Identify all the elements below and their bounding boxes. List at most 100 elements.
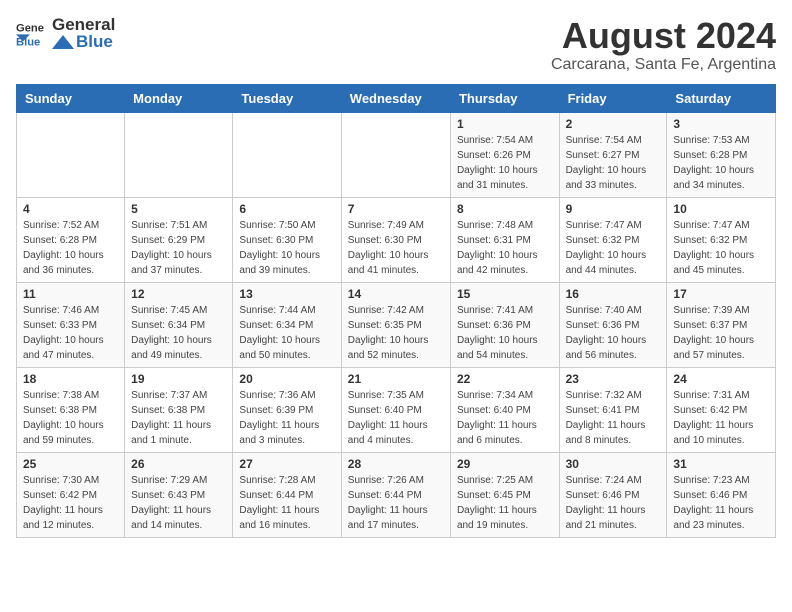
day-info: Sunrise: 7:44 AMSunset: 6:34 PMDaylight:…	[239, 303, 334, 363]
day-number: 27	[239, 457, 334, 471]
page-title: August 2024	[551, 16, 776, 56]
calendar-cell	[17, 112, 125, 197]
day-info: Sunrise: 7:47 AMSunset: 6:32 PMDaylight:…	[566, 218, 661, 278]
day-info: Sunrise: 7:47 AMSunset: 6:32 PMDaylight:…	[673, 218, 769, 278]
page-header: General Blue General Blue August 2024 Ca…	[16, 16, 776, 74]
calendar-cell: 25Sunrise: 7:30 AMSunset: 6:42 PMDayligh…	[17, 452, 125, 537]
day-number: 20	[239, 372, 334, 386]
day-number: 18	[23, 372, 118, 386]
day-number: 2	[566, 117, 661, 131]
day-info: Sunrise: 7:42 AMSunset: 6:35 PMDaylight:…	[348, 303, 444, 363]
col-thursday: Thursday	[450, 84, 559, 112]
calendar-cell: 4 Sunrise: 7:52 AMSunset: 6:28 PMDaylight…	[17, 197, 125, 282]
day-info: Sunrise: 7:25 AMSunset: 6:45 PMDaylight:…	[457, 473, 553, 533]
svg-text:General: General	[16, 23, 44, 35]
day-number: 17	[673, 287, 769, 301]
calendar-cell: 26Sunrise: 7:29 AMSunset: 6:43 PMDayligh…	[125, 452, 233, 537]
calendar-cell: 9 Sunrise: 7:47 AMSunset: 6:32 PMDaylight…	[559, 197, 667, 282]
col-wednesday: Wednesday	[341, 84, 450, 112]
day-info: Sunrise: 7:50 AMSunset: 6:30 PMDaylight:…	[239, 218, 334, 278]
day-info: Sunrise: 7:52 AMSunset: 6:28 PMDaylight:…	[23, 218, 118, 278]
day-number: 1	[457, 117, 553, 131]
day-info: Sunrise: 7:53 AMSunset: 6:28 PMDaylight:…	[673, 133, 769, 193]
calendar-cell: 7 Sunrise: 7:49 AMSunset: 6:30 PMDaylight…	[341, 197, 450, 282]
day-number: 13	[239, 287, 334, 301]
day-number: 22	[457, 372, 553, 386]
day-number: 6	[239, 202, 334, 216]
calendar-cell: 10 Sunrise: 7:47 AMSunset: 6:32 PMDayligh…	[667, 197, 776, 282]
col-tuesday: Tuesday	[233, 84, 341, 112]
calendar-cell: 16 Sunrise: 7:40 AMSunset: 6:36 PMDayligh…	[559, 282, 667, 367]
day-number: 12	[131, 287, 226, 301]
calendar-cell: 28 Sunrise: 7:26 AMSunset: 6:44 PMDayligh…	[341, 452, 450, 537]
day-number: 7	[348, 202, 444, 216]
day-number: 28	[348, 457, 444, 471]
calendar-cell: 2 Sunrise: 7:54 AMSunset: 6:27 PMDaylight…	[559, 112, 667, 197]
calendar-cell	[341, 112, 450, 197]
calendar-cell: 20 Sunrise: 7:36 AMSunset: 6:39 PMDayligh…	[233, 367, 341, 452]
day-info: Sunrise: 7:35 AMSunset: 6:40 PMDaylight:…	[348, 388, 444, 448]
day-number: 30	[566, 457, 661, 471]
calendar-cell: 18 Sunrise: 7:38 AMSunset: 6:38 PMDayligh…	[17, 367, 125, 452]
calendar-cell: 14 Sunrise: 7:42 AMSunset: 6:35 PMDayligh…	[341, 282, 450, 367]
logo-blue-text: Blue	[76, 33, 113, 50]
calendar-week-1: 1 Sunrise: 7:54 AMSunset: 6:26 PMDaylight…	[17, 112, 776, 197]
day-number: 14	[348, 287, 444, 301]
calendar-header-row: Sunday Monday Tuesday Wednesday Thursday…	[17, 84, 776, 112]
calendar-cell	[233, 112, 341, 197]
day-info: Sunrise: 7:41 AMSunset: 6:36 PMDaylight:…	[457, 303, 553, 363]
day-info: Sunrise: 7:36 AMSunset: 6:39 PMDaylight:…	[239, 388, 334, 448]
calendar-cell: 3 Sunrise: 7:53 AMSunset: 6:28 PMDaylight…	[667, 112, 776, 197]
day-info: Sunrise: 7:40 AMSunset: 6:36 PMDaylight:…	[566, 303, 661, 363]
title-section: August 2024 Carcarana, Santa Fe, Argenti…	[551, 16, 776, 74]
day-number: 29	[457, 457, 553, 471]
day-number: 8	[457, 202, 553, 216]
day-number: 21	[348, 372, 444, 386]
calendar-cell: 8 Sunrise: 7:48 AMSunset: 6:31 PMDaylight…	[450, 197, 559, 282]
calendar-cell: 17 Sunrise: 7:39 AMSunset: 6:37 PMDayligh…	[667, 282, 776, 367]
day-info: Sunrise: 7:39 AMSunset: 6:37 PMDaylight:…	[673, 303, 769, 363]
day-number: 3	[673, 117, 769, 131]
svg-text:Blue: Blue	[16, 37, 40, 47]
day-number: 4	[23, 202, 118, 216]
logo-triangle-icon	[52, 35, 74, 49]
calendar-cell	[125, 112, 233, 197]
calendar-cell: 13 Sunrise: 7:44 AMSunset: 6:34 PMDayligh…	[233, 282, 341, 367]
calendar-week-3: 11Sunrise: 7:46 AMSunset: 6:33 PMDayligh…	[17, 282, 776, 367]
calendar-table: Sunday Monday Tuesday Wednesday Thursday…	[16, 84, 776, 538]
calendar-cell: 1 Sunrise: 7:54 AMSunset: 6:26 PMDaylight…	[450, 112, 559, 197]
calendar-cell: 30Sunrise: 7:24 AMSunset: 6:46 PMDayligh…	[559, 452, 667, 537]
day-info: Sunrise: 7:49 AMSunset: 6:30 PMDaylight:…	[348, 218, 444, 278]
day-number: 24	[673, 372, 769, 386]
day-info: Sunrise: 7:54 AMSunset: 6:26 PMDaylight:…	[457, 133, 553, 193]
day-info: Sunrise: 7:45 AMSunset: 6:34 PMDaylight:…	[131, 303, 226, 363]
day-info: Sunrise: 7:29 AMSunset: 6:43 PMDaylight:…	[131, 473, 226, 533]
day-info: Sunrise: 7:38 AMSunset: 6:38 PMDaylight:…	[23, 388, 118, 448]
day-number: 5	[131, 202, 226, 216]
calendar-cell: 11Sunrise: 7:46 AMSunset: 6:33 PMDayligh…	[17, 282, 125, 367]
calendar-cell: 29 Sunrise: 7:25 AMSunset: 6:45 PMDayligh…	[450, 452, 559, 537]
day-number: 15	[457, 287, 553, 301]
col-friday: Friday	[559, 84, 667, 112]
day-info: Sunrise: 7:26 AMSunset: 6:44 PMDaylight:…	[348, 473, 444, 533]
col-saturday: Saturday	[667, 84, 776, 112]
col-sunday: Sunday	[17, 84, 125, 112]
calendar-week-2: 4 Sunrise: 7:52 AMSunset: 6:28 PMDaylight…	[17, 197, 776, 282]
calendar-cell: 23Sunrise: 7:32 AMSunset: 6:41 PMDayligh…	[559, 367, 667, 452]
logo: General Blue General Blue	[16, 16, 115, 50]
calendar-cell: 24 Sunrise: 7:31 AMSunset: 6:42 PMDayligh…	[667, 367, 776, 452]
calendar-cell: 19Sunrise: 7:37 AMSunset: 6:38 PMDayligh…	[125, 367, 233, 452]
calendar-week-4: 18 Sunrise: 7:38 AMSunset: 6:38 PMDayligh…	[17, 367, 776, 452]
day-info: Sunrise: 7:31 AMSunset: 6:42 PMDaylight:…	[673, 388, 769, 448]
day-number: 31	[673, 457, 769, 471]
calendar-cell: 6 Sunrise: 7:50 AMSunset: 6:30 PMDaylight…	[233, 197, 341, 282]
day-info: Sunrise: 7:28 AMSunset: 6:44 PMDaylight:…	[239, 473, 334, 533]
day-number: 11	[23, 287, 118, 301]
day-number: 10	[673, 202, 769, 216]
day-info: Sunrise: 7:32 AMSunset: 6:41 PMDaylight:…	[566, 388, 661, 448]
day-number: 16	[566, 287, 661, 301]
day-info: Sunrise: 7:30 AMSunset: 6:42 PMDaylight:…	[23, 473, 118, 533]
day-number: 9	[566, 202, 661, 216]
day-info: Sunrise: 7:54 AMSunset: 6:27 PMDaylight:…	[566, 133, 661, 193]
day-info: Sunrise: 7:48 AMSunset: 6:31 PMDaylight:…	[457, 218, 553, 278]
